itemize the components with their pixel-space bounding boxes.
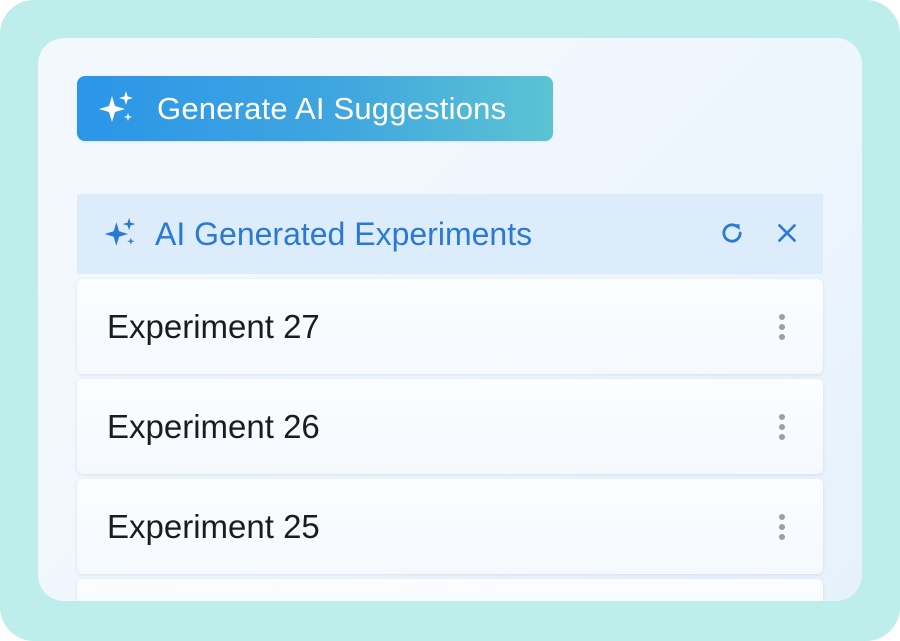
list-item-experiment-27[interactable]: Experiment 27 xyxy=(77,279,823,374)
more-options-button[interactable] xyxy=(767,511,797,543)
ai-experiments-panel: AI Generated Experiments Experiment 27 E… xyxy=(77,194,823,601)
more-vertical-icon xyxy=(779,514,785,540)
generate-button-label: Generate AI Suggestions xyxy=(157,90,507,126)
refresh-icon xyxy=(722,223,742,243)
more-vertical-icon xyxy=(779,414,785,440)
list-item-label: Experiment 25 xyxy=(107,507,320,545)
close-button[interactable] xyxy=(770,216,804,250)
panel-title: AI Generated Experiments xyxy=(155,215,533,252)
more-options-button[interactable] xyxy=(767,411,797,443)
list-item-partial[interactable] xyxy=(77,579,823,601)
experiments-card: Generate AI Suggestions AI Generated Exp… xyxy=(38,38,862,601)
sparkles-icon xyxy=(101,215,139,253)
outer-frame: Generate AI Suggestions AI Generated Exp… xyxy=(0,0,900,641)
list-item-label: Experiment 27 xyxy=(107,307,320,345)
refresh-button[interactable] xyxy=(715,216,749,250)
more-vertical-icon xyxy=(779,314,785,340)
close-icon xyxy=(778,224,796,242)
sparkles-icon xyxy=(95,88,137,130)
list-item-experiment-26[interactable]: Experiment 26 xyxy=(77,379,823,474)
more-options-button[interactable] xyxy=(767,311,797,343)
list-item-experiment-25[interactable]: Experiment 25 xyxy=(77,479,823,574)
generate-ai-suggestions-button[interactable]: Generate AI Suggestions xyxy=(77,76,553,141)
list-item-label: Experiment 26 xyxy=(107,407,320,445)
panel-header: AI Generated Experiments xyxy=(77,194,823,274)
